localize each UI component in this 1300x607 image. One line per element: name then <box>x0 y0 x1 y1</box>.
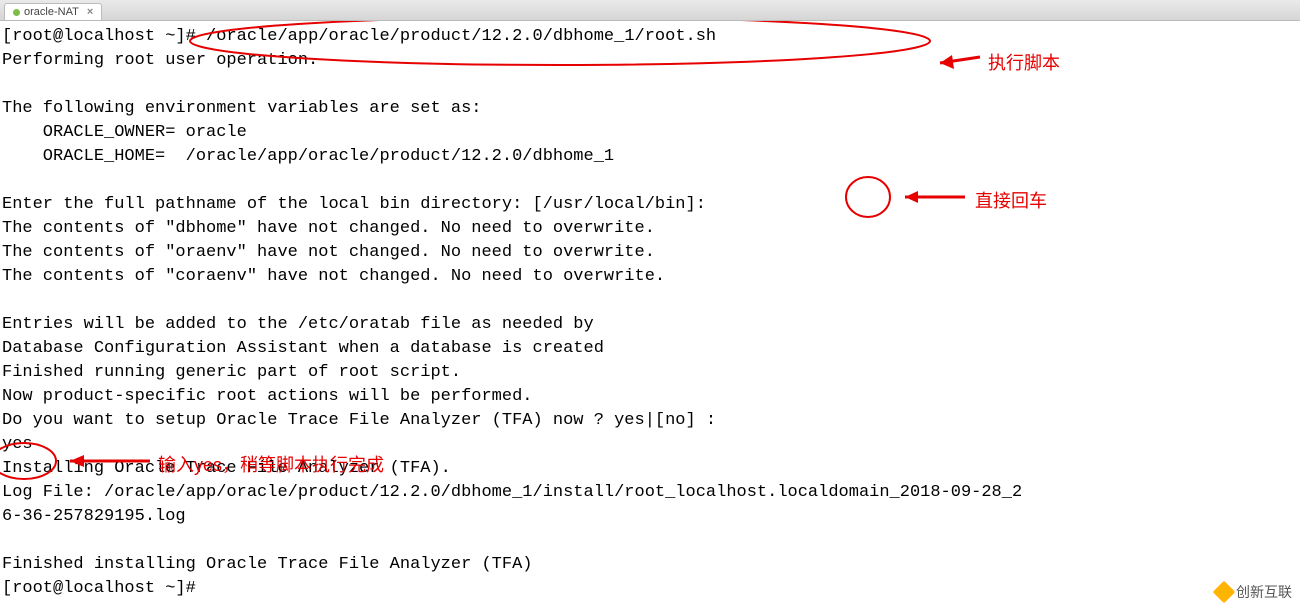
watermark-text: 创新互联 <box>1236 582 1292 602</box>
out-line: The contents of "coraenv" have not chang… <box>2 267 665 286</box>
user-input: yes <box>2 435 33 454</box>
out-line: Finished running generic part of root sc… <box>2 363 461 382</box>
out-line: The contents of "oraenv" have not change… <box>2 243 655 262</box>
tab-title: oracle-NAT <box>24 6 79 18</box>
terminal[interactable]: [root@localhost ~]# /oracle/app/oracle/p… <box>0 21 1300 607</box>
prompt: [root@localhost ~]# <box>2 579 196 598</box>
out-line: Enter the full pathname of the local bin… <box>2 195 706 214</box>
out-line: Entries will be added to the /etc/oratab… <box>2 315 594 334</box>
command: /oracle/app/oracle/product/12.2.0/dbhome… <box>206 27 716 46</box>
out-line: Now product-specific root actions will b… <box>2 387 533 406</box>
out-line: The contents of "dbhome" have not change… <box>2 219 655 238</box>
out-line: 6-36-257829195.log <box>2 507 186 526</box>
out-line: Do you want to setup Oracle Trace File A… <box>2 411 716 430</box>
tab-oracle-nat[interactable]: oracle-NAT × <box>4 3 102 20</box>
watermark: 创新互联 <box>1216 582 1292 602</box>
out-line: Performing root user operation. <box>2 51 318 70</box>
prompt: [root@localhost ~]# <box>2 27 196 46</box>
annotation-run-script: 执行脚本 <box>988 49 1060 75</box>
terminal-output: [root@localhost ~]# /oracle/app/oracle/p… <box>2 25 1298 601</box>
out-line: ORACLE_HOME= /oracle/app/oracle/product/… <box>2 147 614 166</box>
out-line: Finished installing Oracle Trace File An… <box>2 555 533 574</box>
connection-status-icon <box>13 9 20 16</box>
annotation-type-yes: 输入yes，稍等脚本执行完成 <box>158 451 384 477</box>
out-line: Database Configuration Assistant when a … <box>2 339 604 358</box>
annotation-press-enter: 直接回车 <box>975 187 1047 213</box>
watermark-logo-icon <box>1213 581 1236 604</box>
close-icon[interactable]: × <box>87 6 93 18</box>
out-line: Log File: /oracle/app/oracle/product/12.… <box>2 483 1022 502</box>
tab-bar: oracle-NAT × <box>0 0 1300 21</box>
out-line: The following environment variables are … <box>2 99 481 118</box>
out-line: ORACLE_OWNER= oracle <box>2 123 247 142</box>
